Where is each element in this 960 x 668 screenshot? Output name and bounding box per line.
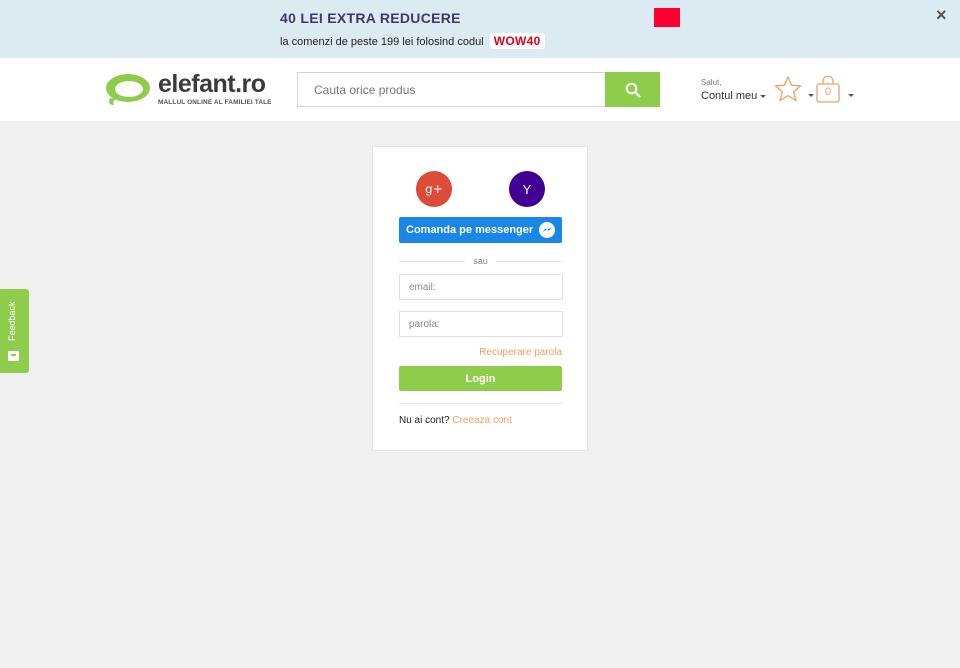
account-label: Contul meu — [701, 90, 758, 102]
create-account-row: Nu ai cont? Creeaza cont — [399, 415, 512, 426]
chevron-down-icon — [808, 94, 814, 97]
promo-subtitle: la comenzi de peste 199 lei folosind cod… — [280, 33, 545, 49]
google-login-button[interactable]: g+ — [416, 171, 452, 207]
logo[interactable]: elefant.ro MALLUL ONLINE AL FAMILIEI TAL… — [104, 70, 276, 110]
wishlist-button[interactable] — [773, 75, 814, 107]
chat-icon — [8, 351, 19, 361]
feedback-tab[interactable]: Feedback — [0, 289, 29, 373]
close-icon[interactable]: × — [936, 6, 947, 24]
site-header: elefant.ro MALLUL ONLINE AL FAMILIEI TAL… — [0, 58, 960, 121]
account-menu[interactable]: Contul meu — [701, 90, 767, 102]
promo-title: 40 LEI EXTRA REDUCERE — [280, 10, 461, 26]
logo-tagline: MALLUL ONLINE AL FAMILIEI TALE — [158, 99, 272, 106]
messenger-label: Comanda pe messenger — [406, 224, 534, 236]
messenger-button[interactable]: Comanda pe messenger — [399, 217, 562, 243]
separator-line — [496, 261, 562, 262]
divider — [399, 403, 562, 404]
feedback-label: Feedback — [7, 301, 17, 341]
search-icon — [625, 82, 641, 98]
search-button[interactable] — [605, 72, 660, 107]
recover-password-link[interactable]: Recuperare parola — [479, 347, 562, 358]
yahoo-login-button[interactable]: Y — [509, 171, 545, 207]
promo-subtitle-text: la comenzi de peste 199 lei folosind cod… — [280, 36, 484, 48]
login-card: g+ Y Comanda pe messenger sau Recuperare… — [372, 146, 588, 451]
promo-code: WOW40 — [489, 33, 545, 49]
no-account-text: Nu ai cont? — [399, 415, 450, 426]
greeting: Salut, — [701, 78, 722, 87]
login-button[interactable]: Login — [399, 366, 562, 391]
chevron-down-icon — [760, 94, 767, 98]
star-icon — [774, 75, 802, 102]
promo-gift-icon — [654, 8, 680, 27]
email-field[interactable] — [399, 274, 563, 300]
cart-count: 0 — [824, 86, 832, 98]
logo-text: elefant.ro — [158, 70, 266, 98]
promo-banner: 40 LEI EXTRA REDUCERE la comenzi de pest… — [0, 0, 960, 58]
cart-button[interactable]: 0 — [815, 76, 855, 108]
search-input[interactable] — [297, 72, 605, 107]
create-account-link[interactable]: Creeaza cont — [452, 415, 511, 426]
messenger-icon — [539, 222, 555, 238]
separator: sau — [399, 256, 562, 266]
password-field[interactable] — [399, 311, 563, 337]
chevron-down-icon — [848, 94, 854, 97]
elephant-logo-icon — [106, 74, 150, 105]
